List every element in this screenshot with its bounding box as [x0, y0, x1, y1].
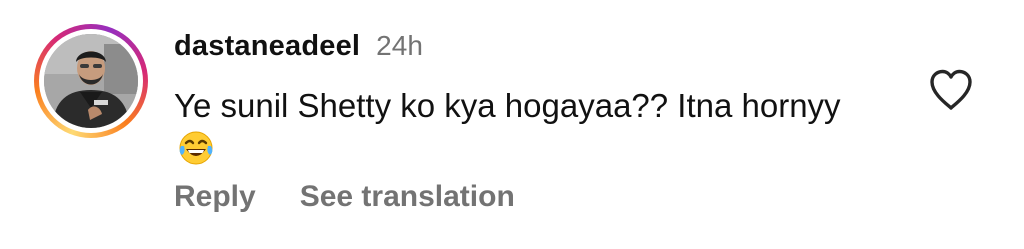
comment-text: Ye sunil Shetty ko kya hogayaa?? Itna ho… — [174, 87, 841, 124]
comment-actions: Reply See translation — [174, 180, 515, 214]
comment-body: Ye sunil Shetty ko kya hogayaa?? Itna ho… — [174, 84, 874, 176]
timestamp[interactable]: 24h — [376, 30, 423, 62]
see-translation-button[interactable]: See translation — [300, 180, 515, 214]
avatar — [44, 34, 138, 128]
avatar-ring-gap — [39, 29, 143, 133]
avatar-story-ring[interactable] — [34, 24, 148, 138]
like-button[interactable] — [928, 68, 974, 112]
avatar-photo — [44, 34, 138, 128]
comment: dastaneadeel 24h Ye sunil Shetty ko kya … — [0, 0, 1024, 249]
reply-button[interactable]: Reply — [174, 180, 256, 214]
username-link[interactable]: dastaneadeel — [174, 30, 360, 63]
heart-outline-icon — [930, 69, 972, 110]
tears-of-joy-emoji-icon — [178, 130, 214, 176]
comment-header: dastaneadeel 24h — [174, 30, 423, 66]
